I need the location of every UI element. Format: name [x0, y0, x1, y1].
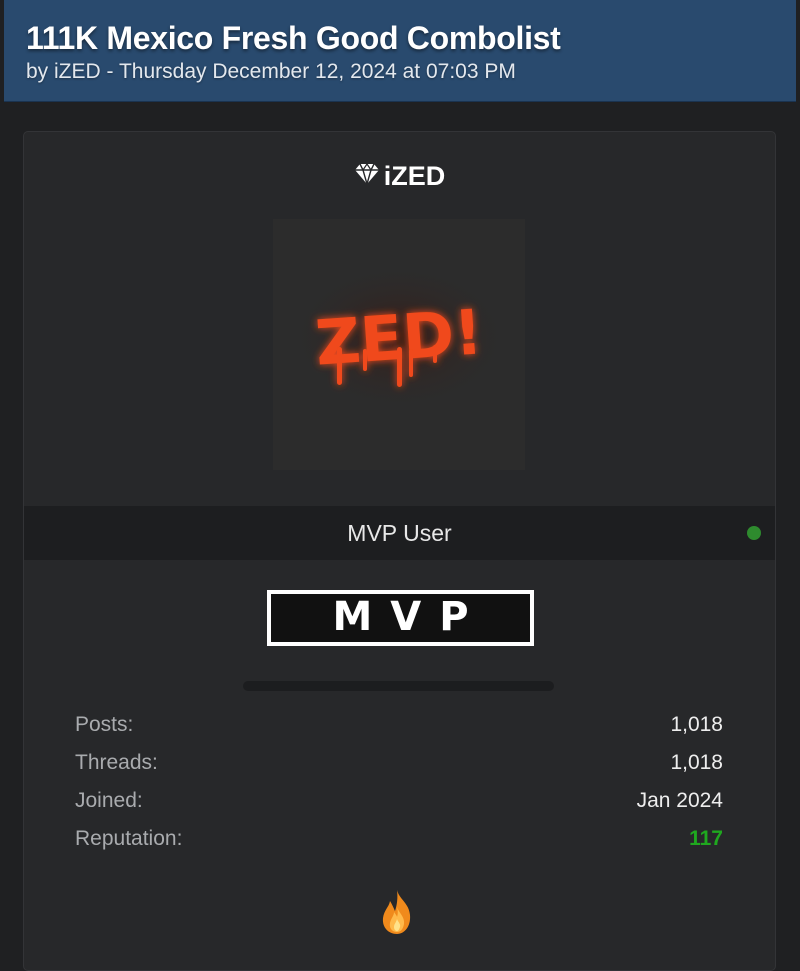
username[interactable]: iZED — [384, 161, 446, 191]
thread-title: 111K Mexico Fresh Good Combolist — [26, 20, 561, 56]
avatar[interactable]: ZED! — [273, 219, 525, 470]
stat-label: Reputation: — [75, 827, 183, 850]
thread-header: 111K Mexico Fresh Good Combolist by iZED… — [4, 0, 796, 102]
stat-label: Joined: — [75, 789, 143, 812]
stat-value: 1,018 — [670, 751, 723, 774]
reputation-value[interactable]: 117 — [689, 820, 723, 858]
fire-icon — [379, 889, 415, 940]
stat-value: 1,018 — [670, 713, 723, 736]
diamond-icon — [354, 160, 380, 192]
online-status-icon — [747, 526, 761, 540]
stat-label: Threads: — [75, 751, 158, 774]
mvp-badge: MVP — [267, 590, 534, 646]
thread-meta: by iZED - Thursday December 12, 2024 at … — [26, 60, 516, 83]
user-stats: Posts: 1,018 Threads: 1,018 Joined: Jan … — [75, 706, 723, 858]
stat-value: Jan 2024 — [636, 789, 723, 812]
stat-row-joined: Joined: Jan 2024 — [75, 782, 723, 820]
stat-row-reputation[interactable]: Reputation: 117 — [75, 820, 723, 858]
user-rank: MVP User — [347, 520, 452, 546]
username-row[interactable]: iZED — [24, 160, 775, 192]
rank-bar: MVP User — [24, 506, 775, 560]
stat-row-threads: Threads: 1,018 — [75, 744, 723, 782]
stat-row-posts: Posts: 1,018 — [75, 706, 723, 744]
user-card: iZED ZED! MVP User MVP Posts: 1,018 Thre… — [23, 131, 776, 971]
divider — [243, 681, 554, 691]
stat-label: Posts: — [75, 713, 134, 736]
